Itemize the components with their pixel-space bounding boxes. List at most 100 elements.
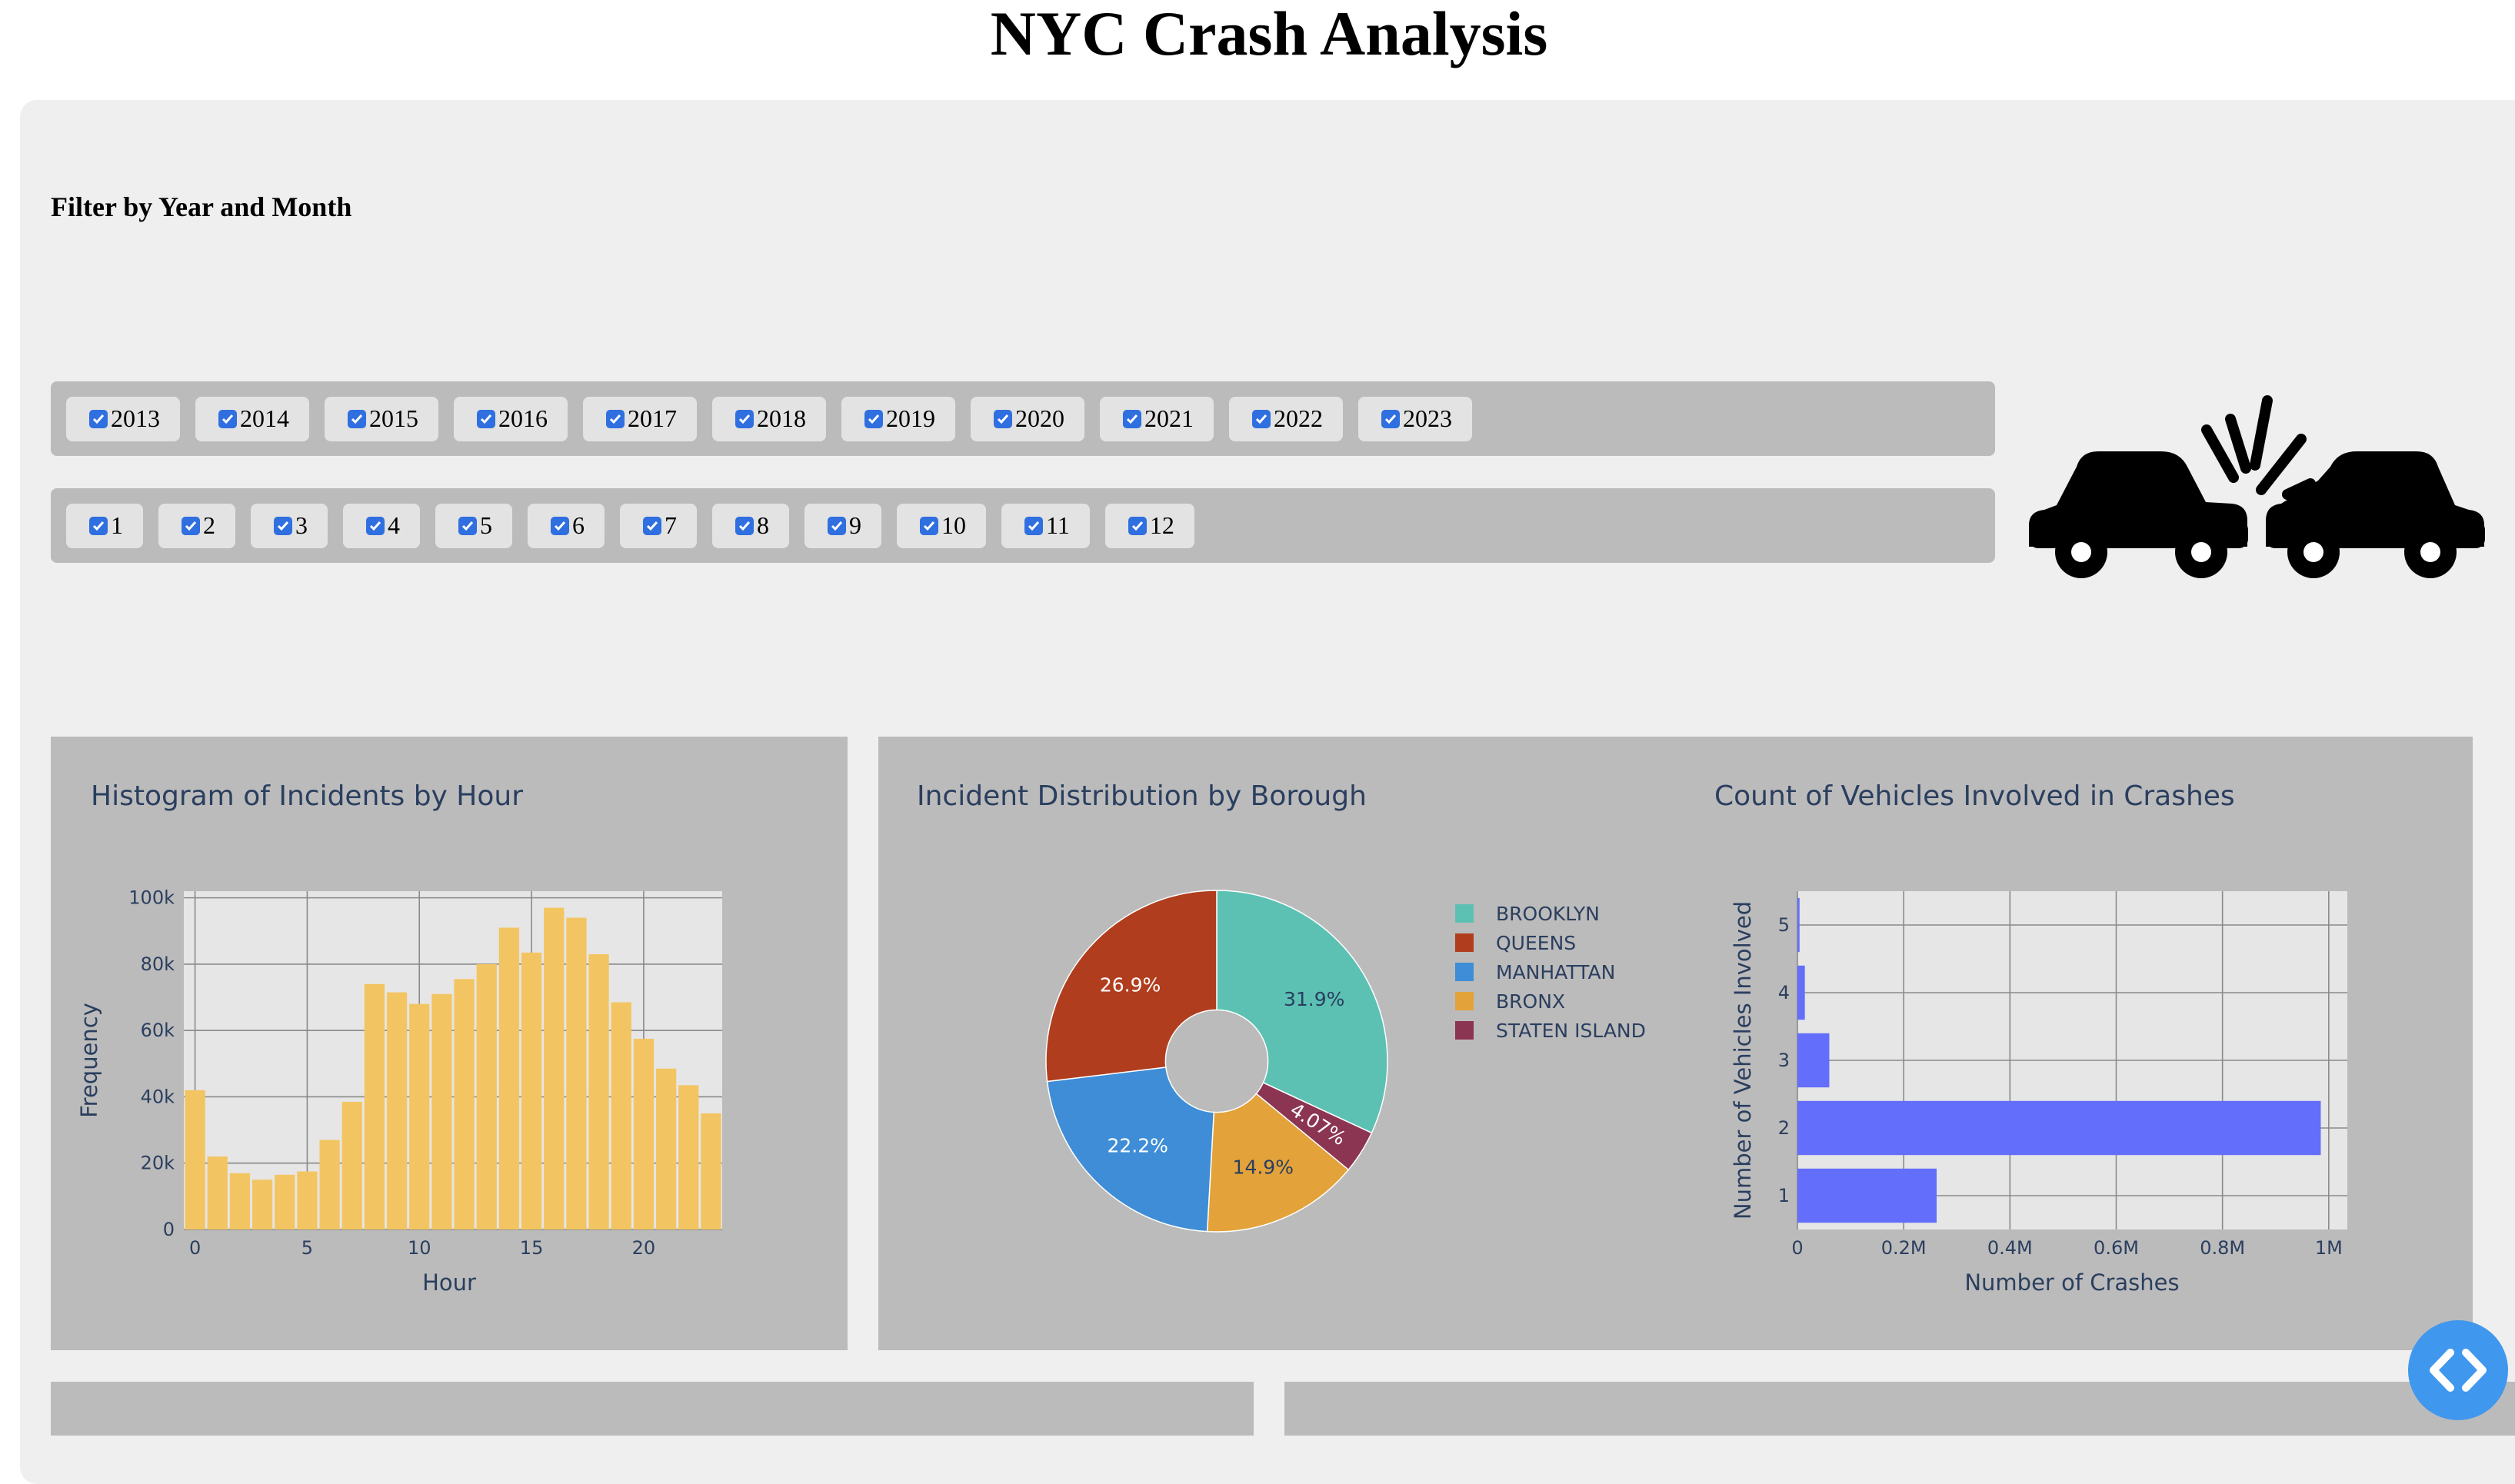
month-checkbox-label: 10 [941,511,966,539]
month-checkbox-10[interactable]: 10 [897,503,986,548]
histogram-y-tick: 40k [141,1086,175,1107]
year-checkbox-label: 2016 [498,404,548,432]
pie-value-label: 14.9% [1233,1156,1294,1179]
histogram-bar [678,1085,699,1229]
histogram-x-tick: 20 [632,1237,656,1259]
year-checkbox-label: 2018 [757,404,806,432]
year-checkbox-label: 2017 [628,404,677,432]
year-checkbox-2023[interactable]: 2023 [1358,396,1472,441]
vehicles-bar [1797,1033,1830,1088]
month-checkbox-5[interactable]: 5 [435,503,512,548]
checkmark-icon [643,516,661,535]
year-checkbox-label: 2022 [1274,404,1323,432]
checkmark-icon [1381,409,1400,428]
month-checkbox-label: 6 [572,511,585,539]
month-checkbox-2[interactable]: 2 [158,503,235,548]
histogram-bar [364,983,385,1229]
page-title: NYC Crash Analysis [990,0,1548,68]
year-checkbox-2016[interactable]: 2016 [454,396,568,441]
year-checkbox-2017[interactable]: 2017 [583,396,697,441]
vehicles-x-tick: 1M [2315,1237,2343,1259]
year-checkbox-2019[interactable]: 2019 [841,396,955,441]
year-checkbox-label: 2014 [240,404,289,432]
month-checkbox-1[interactable]: 1 [66,503,143,548]
checkmark-icon [735,516,754,535]
vehicles-x-tick: 0 [1791,1237,1803,1259]
vehicles-y-axis-label: Number of Vehicles Involved [1730,901,1756,1219]
vehicles-bar [1797,965,1805,1020]
histogram-y-tick: 0 [163,1219,175,1240]
histogram-bar [655,1068,677,1229]
year-checkbox-2021[interactable]: 2021 [1100,396,1214,441]
borough-vehicles-card: Incident Distribution by Borough 31.9% 4.… [878,737,2473,1350]
filter-label: Filter by Year and Month [51,191,352,222]
histogram-y-axis-label: Frequency [76,1003,102,1118]
checkmark-icon [1128,516,1147,535]
legend-swatch [1455,1021,1474,1040]
histogram-x-tick: 15 [520,1237,544,1259]
vehicles-x-tick: 0.2M [1881,1237,1927,1259]
month-checkbox-9[interactable]: 9 [804,503,881,548]
histogram-bar [341,1101,362,1229]
year-checkbox-2022[interactable]: 2022 [1229,396,1343,441]
month-checkbox-12[interactable]: 12 [1104,503,1194,548]
vehicles-x-tick: 0.4M [1987,1237,2033,1259]
year-checkbox-2015[interactable]: 2015 [325,396,438,441]
checkmark-icon [274,516,292,535]
month-checkbox-11[interactable]: 11 [1001,503,1090,548]
legend-swatch [1455,963,1474,981]
year-checkbox-2013[interactable]: 2013 [66,396,180,441]
month-checkbox-label: 9 [849,511,861,539]
checkmark-icon [182,516,200,535]
year-checkbox-2014[interactable]: 2014 [195,396,309,441]
year-checkbox-label: 2015 [369,404,418,432]
checkmark-icon [89,516,108,535]
year-checkbox-label: 2020 [1015,404,1064,432]
checkmark-icon [920,516,938,535]
month-checkbox-3[interactable]: 3 [251,503,328,548]
pie-slice-brooklyn [1216,890,1388,1134]
pie-value-label: 26.9% [1100,973,1161,996]
month-checkbox-4[interactable]: 4 [343,503,420,548]
histogram-bar [252,1180,273,1229]
histogram-bar [319,1140,340,1229]
vehicles-x-axis-label: Number of Crashes [1964,1269,2179,1296]
vehicles-bar [1797,1100,2321,1156]
histogram-bar [229,1173,251,1229]
month-checkbox-8[interactable]: 8 [712,503,789,548]
checkmark-icon [458,516,477,535]
histogram-bar [633,1038,655,1229]
checkmark-icon [994,409,1012,428]
histogram-y-tick: 80k [141,953,175,975]
code-toggle-button[interactable] [2408,1320,2508,1420]
histogram-y-tick: 20k [141,1153,175,1174]
vehicles-y-tick: 5 [1778,914,1790,936]
year-checkbox-2020[interactable]: 2020 [971,396,1084,441]
vehicles-bar [1797,1168,1937,1223]
month-checkbox-label: 1 [111,511,123,539]
histogram-bar [701,1113,721,1229]
month-checklist: 1 2 3 4 5 6 7 8 9 10 11 12 [51,488,1995,563]
histogram-bar [476,963,497,1229]
vehicles-y-tick: 3 [1778,1050,1790,1071]
histogram-card: Histogram of Incidents by Hour 0 5 10 15 20 … [51,737,848,1350]
vehicles-y-tick: 1 [1778,1185,1790,1206]
year-checkbox-label: 2019 [886,404,935,432]
histogram-title: Histogram of Incidents by Hour [91,780,523,812]
year-checklist: 2013 2014 2015 2016 2017 2018 2019 2020 2021 2022… [51,381,1995,456]
year-checkbox-2018[interactable]: 2018 [712,396,826,441]
month-checkbox-6[interactable]: 6 [528,503,605,548]
histogram-bar [185,1090,205,1229]
legend-label: MANHATTAN [1496,961,1615,983]
pie-value-label: 22.2% [1107,1135,1168,1157]
legend-swatch [1455,933,1474,952]
vehicles-x-tick: 0.6M [2094,1237,2139,1259]
year-checkbox-label: 2013 [111,404,160,432]
vehicles-bar [1797,897,1800,953]
checkmark-icon [828,516,846,535]
histogram-bar [454,979,475,1229]
bottom-left-card [51,1382,1254,1436]
checkmark-icon [477,409,495,428]
histogram-y-tick: 100k [128,887,175,909]
month-checkbox-7[interactable]: 7 [620,503,697,548]
